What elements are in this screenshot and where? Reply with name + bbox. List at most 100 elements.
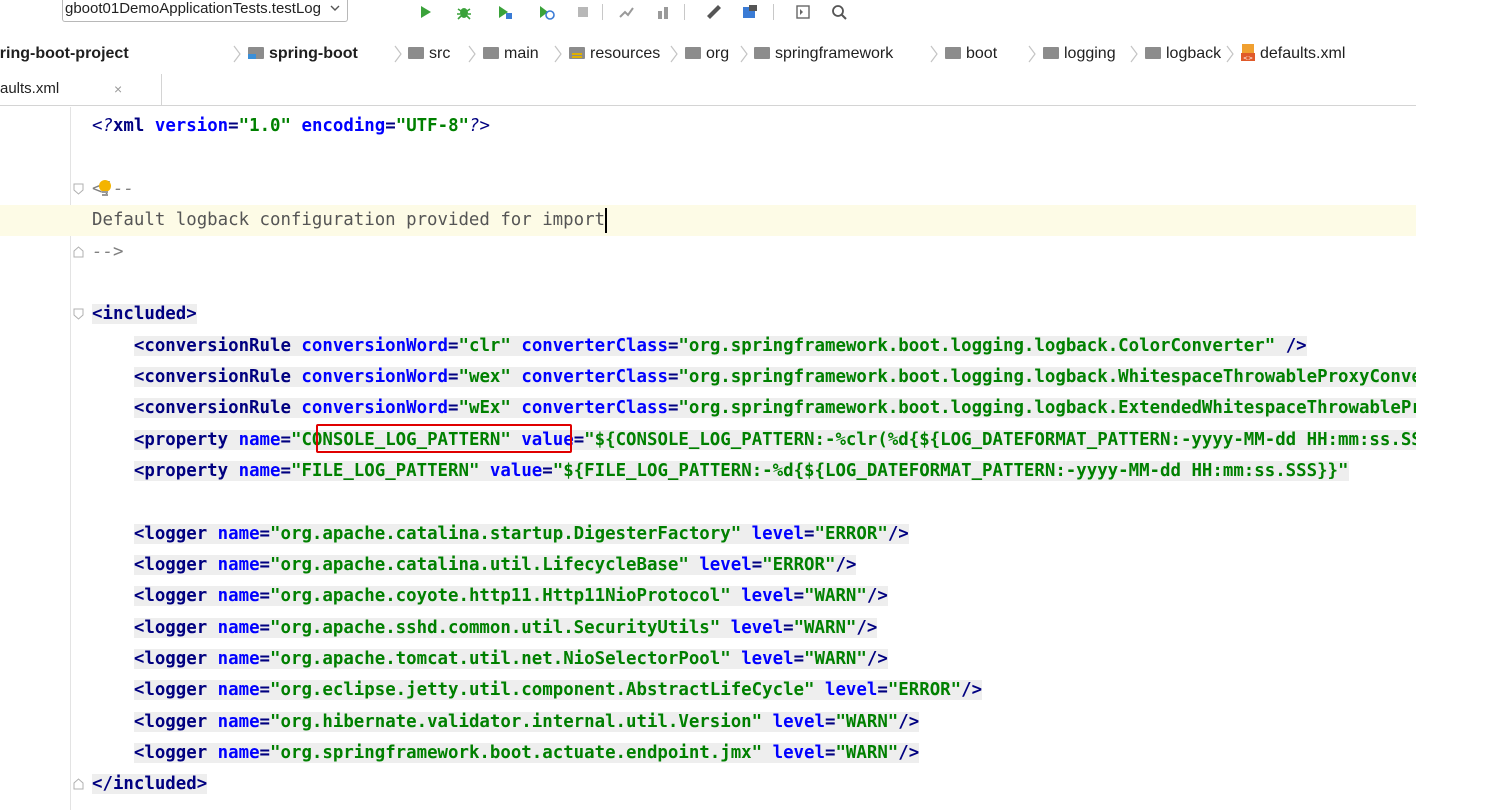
breadcrumb-label: springframework [775, 45, 894, 62]
code-token: level [772, 743, 825, 763]
code-token: = [259, 743, 271, 763]
stop-icon[interactable] [574, 3, 592, 21]
code-line[interactable]: <logger name="org.apache.catalina.startu… [0, 519, 1416, 550]
code-token [510, 398, 522, 418]
code-line[interactable]: <conversionRule conversionWord="wex" con… [0, 362, 1416, 393]
code-token: "org.eclipse.jetty.util.component.Abstra… [270, 680, 815, 700]
code-line[interactable]: <property name="CONSOLE_LOG_PATTERN" val… [0, 425, 1416, 456]
code-line[interactable] [0, 487, 1416, 518]
code-token: = [804, 524, 815, 544]
breadcrumb-item[interactable]: logging [1043, 44, 1116, 64]
code-token: = [259, 618, 271, 638]
code-line[interactable]: <conversionRule conversionWord="wEx" con… [0, 393, 1416, 424]
code-token: = [448, 398, 459, 418]
breadcrumb-item[interactable]: springframework [754, 44, 893, 64]
code-line[interactable]: <logger name="org.apache.sshd.common.uti… [0, 613, 1416, 644]
code-token: name [217, 524, 260, 544]
code-token: = [228, 116, 239, 136]
breadcrumb-separator-icon [394, 45, 402, 63]
code-line[interactable]: <conversionRule conversionWord="clr" con… [0, 331, 1416, 362]
code-editor[interactable]: <?xml version="1.0" encoding="UTF-8"?> <!… [0, 107, 1416, 810]
code-token: <conversionRule [133, 398, 302, 418]
text-caret [605, 208, 607, 233]
code-line[interactable]: <?xml version="1.0" encoding="UTF-8"?> [0, 111, 1416, 142]
folder-icon [754, 47, 770, 59]
code-token: "org.hibernate.validator.internal.util.V… [270, 712, 763, 732]
breadcrumb-item[interactable]: pring-boot-project [0, 44, 129, 64]
code-token: name [217, 649, 260, 669]
highlight-box [316, 424, 572, 453]
code-token: "org.springframework.boot.logging.logbac… [678, 367, 1416, 387]
code-token: "WARN" [793, 618, 857, 638]
code-line[interactable]: <!-- [0, 174, 1416, 205]
code-token: /> [835, 555, 857, 575]
code-token: level [824, 680, 878, 700]
code-token [479, 461, 490, 481]
code-token: = [877, 680, 888, 700]
code-token: ?> [469, 116, 490, 136]
code-token: conversionWord [301, 367, 449, 387]
code-line[interactable]: </included> [0, 769, 1416, 800]
code-token: "WARN" [804, 649, 867, 669]
fold-start-icon[interactable] [73, 308, 84, 320]
code-line[interactable]: <logger name="org.eclipse.jetty.util.com… [0, 675, 1416, 706]
code-token: /> [866, 586, 888, 606]
code-line[interactable]: <logger name="org.springframework.boot.a… [0, 738, 1416, 769]
run-icon[interactable] [416, 3, 434, 21]
tab-defaults-xml[interactable]: aults.xml × [0, 74, 162, 106]
code-line[interactable] [0, 143, 1416, 174]
build-icon[interactable] [617, 3, 635, 21]
run-with-coverage-icon[interactable] [495, 3, 513, 21]
code-line[interactable]: Default logback configuration provided f… [0, 205, 1416, 236]
update-icon[interactable] [655, 3, 673, 21]
code-token: /> [1275, 336, 1307, 356]
search-icon[interactable] [830, 3, 848, 21]
code-token: = [824, 743, 836, 763]
tab-label: aults.xml [0, 80, 60, 97]
run-configuration-select[interactable]: gboot01DemoApplicationTests.testLog [62, 0, 348, 22]
code-token: = [259, 586, 271, 606]
profile-icon[interactable] [537, 3, 555, 21]
code-token: "org.springframework.boot.actuate.endpoi… [270, 743, 763, 763]
breadcrumb-item[interactable]: src [408, 44, 450, 64]
settings-icon[interactable] [705, 3, 723, 21]
breadcrumb-label: src [429, 45, 451, 62]
code-line[interactable] [0, 268, 1416, 299]
breadcrumb-item[interactable]: logback [1145, 44, 1221, 64]
terminal-icon[interactable] [794, 3, 812, 21]
code-token: conversionWord [301, 336, 449, 356]
code-line[interactable]: <property name="FILE_LOG_PATTERN" value=… [0, 456, 1416, 487]
code-token: = [385, 116, 396, 136]
main-toolbar: gboot01DemoApplicationTests.testLog [0, 0, 1490, 32]
fold-start-icon[interactable] [73, 183, 84, 195]
code-line[interactable]: --> [0, 237, 1416, 268]
breadcrumb-item[interactable]: spring-boot [248, 44, 358, 64]
breadcrumb-item[interactable]: boot [945, 44, 997, 64]
code-line[interactable]: <logger name="org.apache.catalina.util.L… [0, 550, 1416, 581]
breadcrumb-label: defaults.xml [1260, 45, 1346, 62]
fold-end-icon[interactable] [73, 246, 84, 258]
fold-end-icon[interactable] [73, 778, 84, 790]
code-token [720, 618, 731, 638]
code-token: "${FILE_LOG_PATTERN:-%d{${LOG_DATEFORMAT… [552, 461, 1349, 481]
code-line[interactable]: <logger name="org.apache.coyote.http11.H… [0, 581, 1416, 612]
toolbar-separator [773, 4, 774, 20]
project-structure-icon[interactable] [741, 3, 759, 21]
breadcrumb-item[interactable]: <> defaults.xml [1240, 44, 1345, 64]
close-icon[interactable]: × [114, 74, 122, 104]
breadcrumb-item[interactable]: main [483, 44, 539, 64]
breadcrumb-item[interactable]: resources [569, 44, 660, 64]
code-token: converterClass [521, 336, 668, 356]
lightbulb-icon[interactable] [98, 179, 112, 198]
code-token: "UTF-8" [395, 116, 470, 136]
code-line[interactable]: <logger name="org.hibernate.validator.in… [0, 707, 1416, 738]
debug-icon[interactable] [455, 3, 473, 21]
code-token: "ERROR" [887, 680, 962, 700]
code-line[interactable]: <included> [0, 299, 1416, 330]
breadcrumb-item[interactable]: org [685, 44, 729, 64]
code-line[interactable]: <logger name="org.apache.tomcat.util.net… [0, 644, 1416, 675]
